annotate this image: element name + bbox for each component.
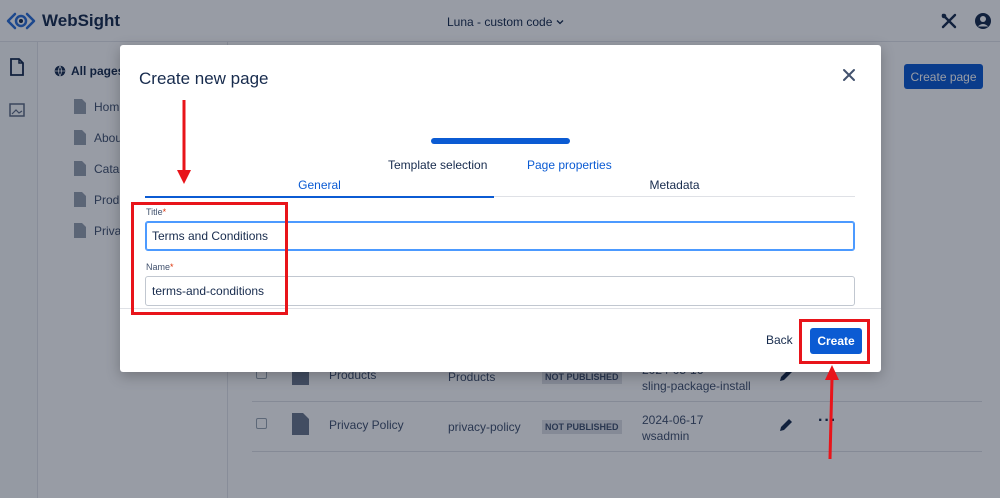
annotation-arrow-up: [825, 365, 839, 460]
annotation-arrows: [177, 100, 839, 460]
annotation-arrow-down: [177, 100, 191, 184]
